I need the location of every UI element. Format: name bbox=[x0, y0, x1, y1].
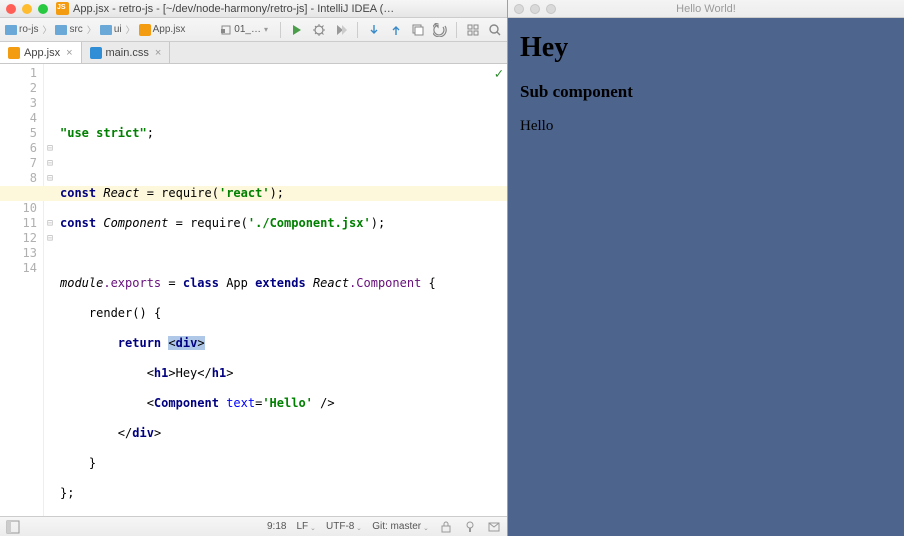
editor-tabs: App.jsx × main.css × bbox=[0, 42, 507, 64]
status-bar: 9:18 LF UTF-8 Git: master bbox=[0, 516, 507, 536]
breadcrumb-src[interactable]: src bbox=[54, 24, 83, 35]
run-toolbar: 01_… ▾ bbox=[217, 22, 503, 38]
page-heading: Hey bbox=[520, 32, 892, 64]
vcs-revert-button[interactable] bbox=[432, 22, 448, 38]
breadcrumb-label: ro-js bbox=[19, 24, 38, 35]
browser-title: Hello World! bbox=[676, 3, 736, 15]
cursor-position[interactable]: 9:18 bbox=[267, 521, 286, 532]
tab-label: App.jsx bbox=[24, 47, 60, 59]
main-toolbar: ro-js 〉 src 〉 ui 〉 App.jsx 01_… ▾ bbox=[0, 18, 507, 42]
breadcrumb-label: src bbox=[69, 24, 82, 35]
coverage-button[interactable] bbox=[333, 22, 349, 38]
breadcrumb-project[interactable]: ro-js bbox=[4, 24, 39, 35]
browser-viewport: Hey Sub component Hello bbox=[508, 18, 904, 536]
git-branch[interactable]: Git: master bbox=[372, 521, 429, 532]
folder-icon bbox=[5, 25, 17, 35]
chevron-right-icon: 〉 bbox=[42, 23, 51, 36]
fold-toggle[interactable]: ⊟ bbox=[44, 156, 56, 171]
breadcrumb-label: ui bbox=[114, 24, 122, 35]
close-window-button[interactable] bbox=[514, 4, 524, 14]
jsx-file-icon bbox=[139, 24, 151, 36]
notifications-icon[interactable] bbox=[487, 520, 501, 534]
browser-titlebar: Hello World! bbox=[508, 0, 904, 18]
line-gutter: 1234567891011121314 bbox=[0, 64, 44, 516]
breadcrumb: ro-js 〉 src 〉 ui 〉 App.jsx bbox=[4, 23, 186, 36]
vcs-commit-button[interactable] bbox=[388, 22, 404, 38]
ide-window: App.jsx - retro-js - [~/dev/node-harmony… bbox=[0, 0, 508, 536]
close-icon[interactable]: × bbox=[155, 47, 161, 59]
separator bbox=[456, 22, 457, 38]
folder-icon bbox=[100, 25, 112, 35]
line-separator[interactable]: LF bbox=[296, 521, 316, 532]
traffic-lights-inactive bbox=[514, 4, 556, 14]
tab-label: main.css bbox=[106, 47, 149, 59]
debug-button[interactable] bbox=[311, 22, 327, 38]
traffic-lights bbox=[6, 4, 48, 14]
search-button[interactable] bbox=[487, 22, 503, 38]
fold-gutter: ⊟ ⊟ ⊟ ⊟ ⊟ bbox=[44, 64, 56, 516]
config-icon bbox=[221, 25, 231, 35]
fold-toggle[interactable]: ⊟ bbox=[44, 171, 56, 186]
minimize-window-button[interactable] bbox=[22, 4, 32, 14]
chevron-right-icon: 〉 bbox=[87, 23, 96, 36]
fold-toggle[interactable]: ⊟ bbox=[44, 231, 56, 246]
chevron-right-icon: 〉 bbox=[126, 23, 135, 36]
minimize-window-button[interactable] bbox=[530, 4, 540, 14]
ide-titlebar: App.jsx - retro-js - [~/dev/node-harmony… bbox=[0, 0, 507, 18]
component-text: Hello bbox=[520, 118, 892, 135]
tool-window-toggle[interactable] bbox=[6, 520, 20, 534]
separator bbox=[357, 22, 358, 38]
vcs-update-button[interactable] bbox=[366, 22, 382, 38]
inspector-icon[interactable] bbox=[463, 520, 477, 534]
code-editor[interactable]: 1234567891011121314 ⊟ ⊟ ⊟ ⊟ ⊟ "use stric… bbox=[0, 64, 507, 516]
subcomponent-heading: Sub component bbox=[520, 82, 892, 102]
jsx-file-icon bbox=[8, 47, 20, 59]
encoding[interactable]: UTF-8 bbox=[326, 521, 362, 532]
code-content[interactable]: "use strict"; const React = require('rea… bbox=[56, 64, 507, 516]
vcs-history-button[interactable] bbox=[410, 22, 426, 38]
fold-toggle[interactable]: ⊟ bbox=[44, 141, 56, 156]
breadcrumb-ui[interactable]: ui bbox=[99, 24, 123, 35]
run-button[interactable] bbox=[289, 22, 305, 38]
browser-window: Hello World! Hey Sub component Hello bbox=[508, 0, 904, 536]
breadcrumb-label: App.jsx bbox=[153, 24, 186, 35]
window-title: App.jsx - retro-js - [~/dev/node-harmony… bbox=[73, 3, 394, 15]
separator bbox=[280, 22, 281, 38]
lock-icon[interactable] bbox=[439, 520, 453, 534]
zoom-window-button[interactable] bbox=[38, 4, 48, 14]
breadcrumb-file[interactable]: App.jsx bbox=[138, 24, 187, 36]
run-config-selector[interactable]: 01_… ▾ bbox=[217, 23, 272, 36]
tab-app-jsx[interactable]: App.jsx × bbox=[0, 42, 82, 63]
folder-icon bbox=[55, 25, 67, 35]
inspection-ok-icon[interactable]: ✓ bbox=[495, 66, 503, 82]
zoom-window-button[interactable] bbox=[546, 4, 556, 14]
structure-button[interactable] bbox=[465, 22, 481, 38]
close-icon[interactable]: × bbox=[66, 47, 72, 59]
css-file-icon bbox=[90, 47, 102, 59]
jsx-file-icon bbox=[56, 2, 69, 15]
run-config-label: 01_… bbox=[234, 24, 261, 35]
fold-toggle[interactable]: ⊟ bbox=[44, 216, 56, 231]
close-window-button[interactable] bbox=[6, 4, 16, 14]
tab-main-css[interactable]: main.css × bbox=[82, 42, 171, 63]
